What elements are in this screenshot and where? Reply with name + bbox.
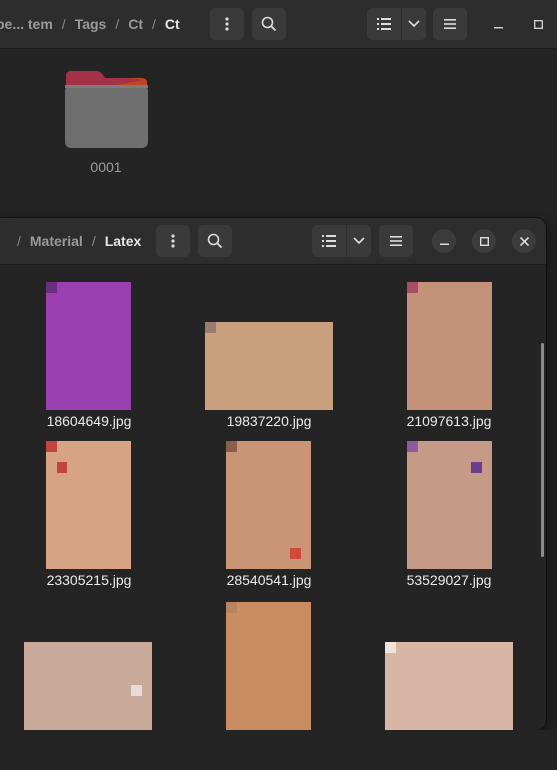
front-view-button[interactable] xyxy=(312,225,346,257)
folder-label: 0001 xyxy=(90,159,122,175)
image-thumbnail[interactable] xyxy=(226,441,311,569)
front-header-bar: / Material / Latex xyxy=(0,218,546,265)
folder-icon[interactable] xyxy=(64,70,148,148)
front-breadcrumb: / Material / Latex xyxy=(8,218,141,264)
minimize-icon xyxy=(439,243,449,245)
image-thumbnail[interactable] xyxy=(24,642,152,730)
maximize-icon xyxy=(479,236,489,246)
kebab-menu-icon xyxy=(171,234,175,248)
close-icon xyxy=(519,236,529,246)
breadcrumb-separator: / xyxy=(115,16,120,32)
breadcrumb-separator: / xyxy=(91,233,96,249)
file-name-label: 18604649.jpg xyxy=(46,413,132,429)
scrollbar[interactable] xyxy=(541,343,544,557)
front-minimize-button[interactable] xyxy=(432,229,456,253)
search-icon xyxy=(207,233,223,249)
file-name-label: 23305215.jpg xyxy=(46,572,132,588)
image-thumbnail[interactable] xyxy=(226,602,311,730)
image-thumbnail[interactable] xyxy=(46,441,131,569)
search-icon xyxy=(261,16,277,32)
list-view-icon xyxy=(322,235,336,247)
back-view-button[interactable] xyxy=(367,8,401,40)
hamburger-menu-icon xyxy=(390,236,402,246)
kebab-menu-icon xyxy=(225,17,229,31)
front-close-button[interactable] xyxy=(512,229,536,253)
breadcrumb-separator: / xyxy=(152,16,156,32)
front-file-manager-window: / Material / Latex 18604649.jpg 19837220.jpg… xyxy=(0,218,546,730)
chevron-down-icon xyxy=(408,20,420,28)
file-name-label: 19837220.jpg xyxy=(226,413,312,429)
front-breadcrumb-item[interactable]: Latex xyxy=(105,233,142,249)
back-maximize-button[interactable] xyxy=(526,12,550,36)
image-thumbnail[interactable] xyxy=(205,322,333,410)
front-maximize-button[interactable] xyxy=(472,229,496,253)
breadcrumb-separator: / xyxy=(17,233,21,249)
file-name-label: 28540541.jpg xyxy=(226,572,312,588)
back-header-bar: pe... tem / Tags / Ct / Ct xyxy=(0,0,557,49)
back-breadcrumb: pe... tem / Tags / Ct / Ct xyxy=(0,0,180,48)
hamburger-menu-icon xyxy=(444,19,456,29)
back-window-bottom xyxy=(0,730,557,770)
back-minimize-button[interactable] xyxy=(486,12,510,36)
list-view-icon xyxy=(377,18,391,30)
image-thumbnail[interactable] xyxy=(46,282,131,410)
back-breadcrumb-item[interactable]: pe... tem xyxy=(0,16,53,32)
front-view-dropdown-button[interactable] xyxy=(347,225,371,257)
minimize-icon xyxy=(493,26,503,28)
image-thumbnail[interactable] xyxy=(407,441,492,569)
front-hamburger-button[interactable] xyxy=(379,225,413,257)
back-menu-button[interactable] xyxy=(210,8,244,40)
chevron-down-icon xyxy=(353,237,365,245)
back-hamburger-button[interactable] xyxy=(433,8,467,40)
front-breadcrumb-item[interactable]: Material xyxy=(30,233,83,249)
back-search-button[interactable] xyxy=(252,8,286,40)
file-name-label: 21097613.jpg xyxy=(406,413,492,429)
file-name-label: 53529027.jpg xyxy=(406,572,492,588)
back-view-dropdown-button[interactable] xyxy=(402,8,426,40)
maximize-icon xyxy=(533,19,543,29)
back-breadcrumb-item[interactable]: Ct xyxy=(128,16,143,32)
back-breadcrumb-item[interactable]: Ct xyxy=(165,16,180,32)
breadcrumb-separator: / xyxy=(61,16,66,32)
front-menu-button[interactable] xyxy=(156,225,190,257)
back-breadcrumb-item[interactable]: Tags xyxy=(75,16,107,32)
front-search-button[interactable] xyxy=(198,225,232,257)
image-thumbnail[interactable] xyxy=(385,642,513,730)
image-thumbnail[interactable] xyxy=(407,282,492,410)
